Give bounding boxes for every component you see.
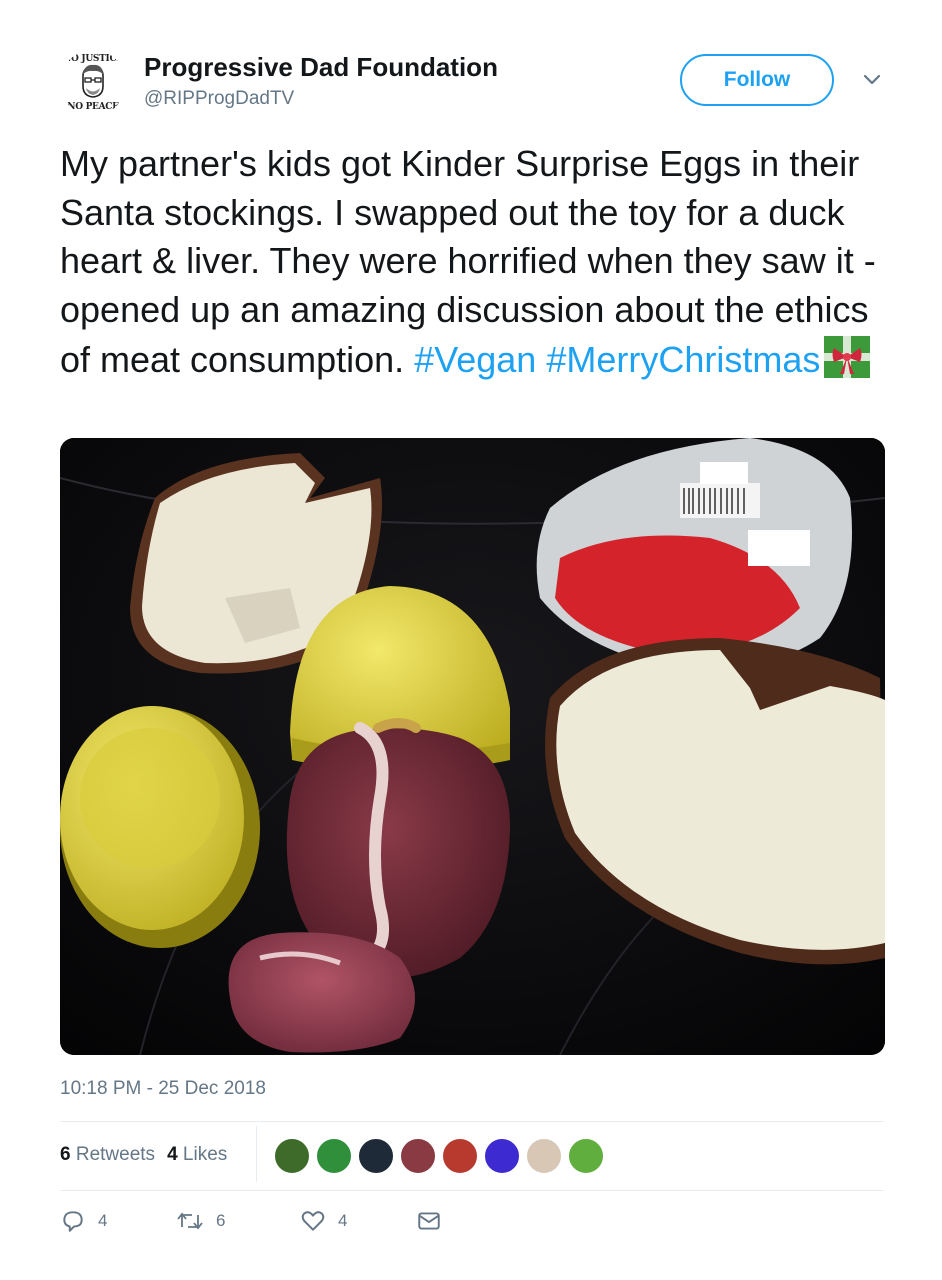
liker-avatar-1[interactable] — [274, 1138, 310, 1174]
hashtag-merrychristmas[interactable]: #MerryChristmas — [546, 339, 820, 380]
gift-emoji-icon — [824, 336, 871, 378]
envelope-icon — [418, 1212, 440, 1230]
heart-icon — [301, 1211, 325, 1231]
follow-button[interactable]: Follow — [680, 54, 834, 106]
like-button[interactable]: 4 — [300, 1206, 347, 1236]
tweet-photo[interactable] — [60, 438, 885, 1055]
liker-avatar-8[interactable] — [568, 1138, 604, 1174]
divider-bottom — [60, 1190, 884, 1191]
likes-stat[interactable]: 4 Likes — [167, 1144, 227, 1165]
liker-avatar-6[interactable] — [484, 1138, 520, 1174]
stats-separator — [256, 1126, 257, 1182]
retweets-label: Retweets — [75, 1144, 156, 1165]
display-name[interactable]: Progressive Dad Foundation — [144, 52, 498, 83]
chevron-down-icon[interactable] — [860, 68, 884, 92]
hashtag-vegan[interactable]: #Vegan — [414, 339, 546, 380]
profile-avatar[interactable]: NO JUSTICE NO PEACE — [60, 50, 126, 116]
dad-face-icon — [82, 64, 104, 98]
retweet-count: 6 — [216, 1211, 226, 1230]
direct-message-button[interactable] — [416, 1206, 454, 1236]
avatar-text-top: NO JUSTICE — [63, 54, 123, 64]
tweet-card: NO JUSTICE NO PEACE Progressive Dad Foun… — [0, 0, 942, 1280]
reply-count: 4 — [98, 1211, 108, 1230]
retweet-icon — [177, 1212, 203, 1230]
retweets-stat[interactable]: 6 Retweets — [60, 1144, 155, 1165]
retweet-button[interactable]: 6 — [176, 1206, 225, 1236]
divider-top — [60, 1121, 884, 1122]
liker-avatar-4[interactable] — [400, 1138, 436, 1174]
engagement-stats: 6 Retweets 4 Likes — [60, 1144, 227, 1166]
liker-avatar-5[interactable] — [442, 1138, 478, 1174]
avatar-text-bottom: NO PEACE — [67, 102, 119, 112]
retweets-count: 6 — [60, 1144, 71, 1165]
user-handle[interactable]: @RIPProgDadTV — [144, 88, 294, 110]
reply-icon — [63, 1211, 83, 1232]
liker-avatar-2[interactable] — [316, 1138, 352, 1174]
likes-label: Likes — [182, 1144, 228, 1165]
liker-avatar-3[interactable] — [358, 1138, 394, 1174]
like-count: 4 — [338, 1211, 348, 1230]
likes-count: 4 — [167, 1144, 178, 1165]
liker-avatar-7[interactable] — [526, 1138, 562, 1174]
tweet-text: My partner's kids got Kinder Surprise Eg… — [60, 140, 900, 385]
tweet-timestamp[interactable]: 10:18 PM - 25 Dec 2018 — [60, 1078, 266, 1100]
reply-button[interactable]: 4 — [60, 1206, 107, 1236]
